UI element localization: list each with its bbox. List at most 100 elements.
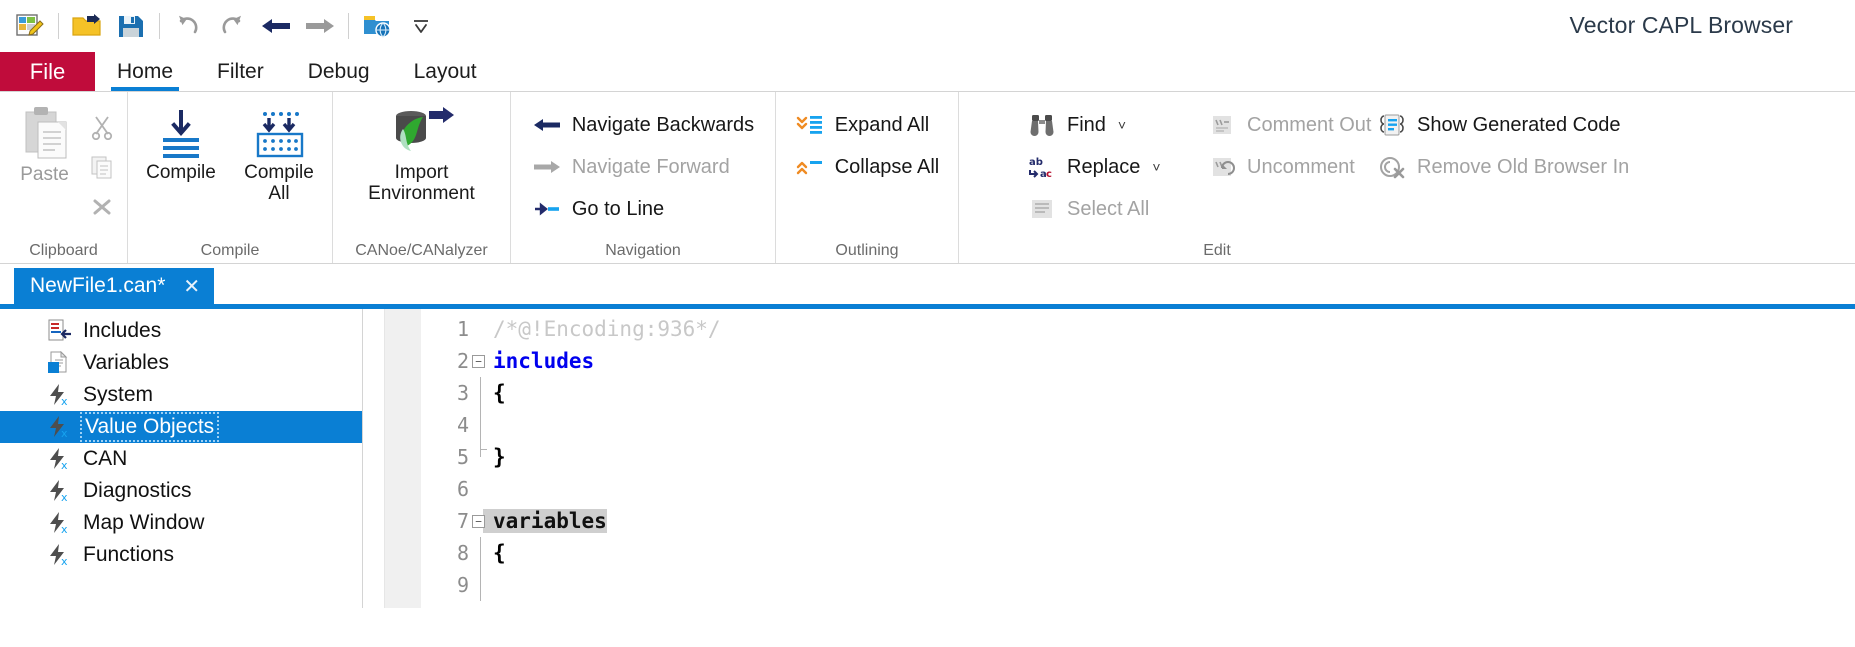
line-number: 4 [423,413,469,437]
back-arrow-icon[interactable] [254,4,298,48]
new-file-icon[interactable] [8,4,52,48]
browse-environment-icon[interactable] [355,4,399,48]
svg-text:x: x [61,459,68,471]
paste-button[interactable]: Paste [7,104,83,224]
select-all-icon [1027,195,1057,223]
code-line[interactable]: 6 [483,473,1855,505]
ribbon-group-edit: Find ˅ ab a c Replace ˅ [959,92,1855,263]
ribbon-group-clipboard: Paste [0,92,128,263]
go-to-line-label: Go to Line [572,198,664,221]
code-line[interactable]: 5 } [483,441,1855,473]
tab-layout[interactable]: Layout [392,52,499,91]
import-environment-button[interactable]: Import Environment [342,96,502,205]
tree-item-value-objects[interactable]: x Value Objects [0,411,362,443]
expand-all-button[interactable]: Expand All [789,106,946,144]
code-editor[interactable]: 1 /*@!Encoding:936*/ 2 − includes 3 { 4 … [363,309,1855,608]
editor-indicator-margin[interactable] [363,309,385,608]
navigate-forward-button[interactable]: Navigate Forward [526,148,760,186]
tab-file[interactable]: File [0,52,95,91]
line-number: 9 [423,573,469,597]
event-icon: x [44,478,74,504]
replace-button[interactable]: ab a c Replace ˅ [1021,148,1201,186]
customize-qat-icon[interactable] [399,4,443,48]
uncomment-label: Uncomment [1247,156,1355,179]
tree-item-functions[interactable]: x Functions [0,539,362,571]
tree-item-diagnostics[interactable]: x Diagnostics [0,475,362,507]
fold-guide [480,377,481,409]
tab-home[interactable]: Home [95,52,195,91]
collapse-all-label: Collapse All [835,156,940,179]
show-generated-code-button[interactable]: Show Generated Code [1371,106,1801,144]
document-tab-newfile1[interactable]: NewFile1.can* ✕ [14,268,214,304]
group-label-clipboard: Clipboard [0,243,127,263]
forward-arrow-icon[interactable] [298,4,342,48]
undo-icon[interactable] [166,4,210,48]
remove-old-browser-icon [1377,153,1407,181]
tree-item-includes[interactable]: Includes [0,315,362,347]
copy-button[interactable] [83,150,121,184]
delete-button[interactable] [83,190,121,224]
svg-text:x: x [61,555,68,567]
code-line[interactable]: 8 { [483,537,1855,569]
compile-label: Compile [146,162,216,183]
import-label-line2: Environment [368,183,475,204]
line-number: 3 [423,381,469,405]
save-icon[interactable] [109,4,153,48]
close-icon[interactable]: ✕ [183,274,200,299]
expand-all-icon [795,111,825,139]
arrow-left-icon [532,111,562,139]
tree-item-label: Functions [83,543,174,567]
tree-item-can[interactable]: x CAN [0,443,362,475]
fold-toggle-icon[interactable]: − [472,515,485,528]
chevron-down-icon[interactable]: ˅ [1118,117,1126,133]
code-line[interactable]: 4 [483,409,1855,441]
compile-button[interactable]: Compile [132,96,230,183]
event-icon: x [44,382,74,408]
show-generated-code-icon [1377,111,1407,139]
tree-item-variables[interactable]: Variables [0,347,362,379]
editor-code-area[interactable]: 1 /*@!Encoding:936*/ 2 − includes 3 { 4 … [421,309,1855,608]
select-all-button[interactable]: Select All [1021,190,1201,228]
find-button[interactable]: Find ˅ [1021,106,1201,144]
chevron-down-icon[interactable]: ˅ [1152,159,1160,175]
open-folder-icon[interactable] [65,4,109,48]
tab-filter[interactable]: Filter [195,52,286,91]
svg-text:x: x [61,523,68,535]
svg-text:x: x [61,395,68,407]
event-icon: x [44,542,74,568]
arrow-right-icon [532,153,562,181]
uncomment-button[interactable]: Uncomment [1201,148,1371,186]
group-label-navigation: Navigation [511,243,775,263]
group-label-compile: Compile [128,243,332,263]
fold-guide [480,569,481,601]
comment-out-button[interactable]: Comment Out [1201,106,1371,144]
line-number: 6 [423,477,469,501]
group-label-outlining: Outlining [776,243,958,263]
code-line[interactable]: 1 /*@!Encoding:936*/ [483,313,1855,345]
remove-old-browser-button[interactable]: Remove Old Browser In [1371,148,1801,186]
code-line[interactable]: 9 [483,569,1855,601]
compile-all-button[interactable]: Compile All [230,96,328,205]
compile-all-icon [249,108,309,160]
collapse-all-button[interactable]: Collapse All [789,148,946,186]
compile-icon [153,108,209,160]
go-to-line-button[interactable]: Go to Line [526,190,760,228]
collapse-all-icon [795,153,825,181]
code-line[interactable]: 3 { [483,377,1855,409]
capl-tree-view[interactable]: Includes Variables x System [0,309,363,608]
remove-old-browser-label: Remove Old Browser In [1417,156,1629,179]
variables-icon [44,350,74,376]
cut-button[interactable] [83,110,121,144]
code-line[interactable]: 2 − includes [483,345,1855,377]
code-line[interactable]: 7 − variables [483,505,1855,537]
navigate-backwards-button[interactable]: Navigate Backwards [526,106,760,144]
includes-icon [44,318,74,344]
tree-item-system[interactable]: x System [0,379,362,411]
tab-debug[interactable]: Debug [286,52,392,91]
line-text: includes [483,349,594,373]
line-text: { [483,541,506,565]
tree-item-map-window[interactable]: x Map Window [0,507,362,539]
comment-out-label: Comment Out [1247,114,1371,137]
redo-icon[interactable] [210,4,254,48]
fold-toggle-icon[interactable]: − [472,355,485,368]
